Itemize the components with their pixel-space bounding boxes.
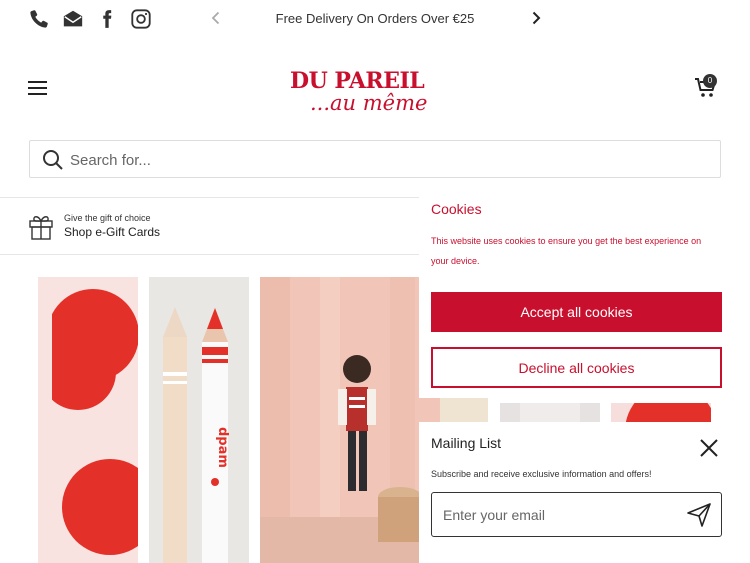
- promo-text: Free Delivery On Orders Over €25: [275, 11, 475, 26]
- svg-text:...au même: ...au même: [310, 91, 427, 115]
- search-icon[interactable]: [42, 149, 64, 171]
- accept-all-cookies-button[interactable]: Accept all cookies: [431, 292, 722, 332]
- search-bar[interactable]: [29, 140, 721, 178]
- decline-all-cookies-button[interactable]: Decline all cookies: [431, 347, 722, 388]
- email-field-container: [431, 492, 722, 537]
- cookie-consent-dialog: Cookies This website uses cookies to ens…: [419, 193, 750, 398]
- brand-logo[interactable]: DU PAREIL ...au même: [288, 63, 458, 115]
- hero-panel-shapes[interactable]: [38, 277, 138, 563]
- gift-icon: [28, 212, 54, 240]
- gift-tagline: Give the gift of choice: [64, 213, 151, 223]
- hero-panel-crayons[interactable]: dpam: [149, 277, 249, 563]
- facebook-icon[interactable]: [95, 7, 119, 31]
- close-icon[interactable]: [698, 437, 720, 459]
- crayon-label: dpam: [215, 427, 230, 468]
- cookies-title: Cookies: [431, 201, 482, 217]
- mailing-list-title: Mailing List: [431, 435, 502, 451]
- promo-next-chevron-icon[interactable]: [526, 8, 546, 28]
- mailing-list-description: Subscribe and receive exclusive informat…: [431, 469, 652, 479]
- email-icon[interactable]: [61, 7, 85, 31]
- promo-prev-chevron-icon[interactable]: [206, 8, 226, 28]
- hamburger-menu-icon[interactable]: [27, 78, 49, 98]
- shop-gift-cards-link[interactable]: Shop e-Gift Cards: [64, 225, 160, 239]
- cookies-description: This website uses cookies to ensure you …: [431, 236, 702, 266]
- send-icon[interactable]: [685, 502, 713, 528]
- cart-count-badge: 0: [703, 74, 717, 88]
- phone-icon[interactable]: [27, 7, 51, 31]
- social-links: [27, 7, 153, 31]
- mailing-list-popup: Mailing List Subscribe and receive exclu…: [419, 422, 750, 563]
- top-bar: Free Delivery On Orders Over €25: [0, 0, 750, 38]
- email-field[interactable]: [443, 505, 673, 525]
- search-input[interactable]: [70, 149, 670, 171]
- instagram-icon[interactable]: [129, 7, 153, 31]
